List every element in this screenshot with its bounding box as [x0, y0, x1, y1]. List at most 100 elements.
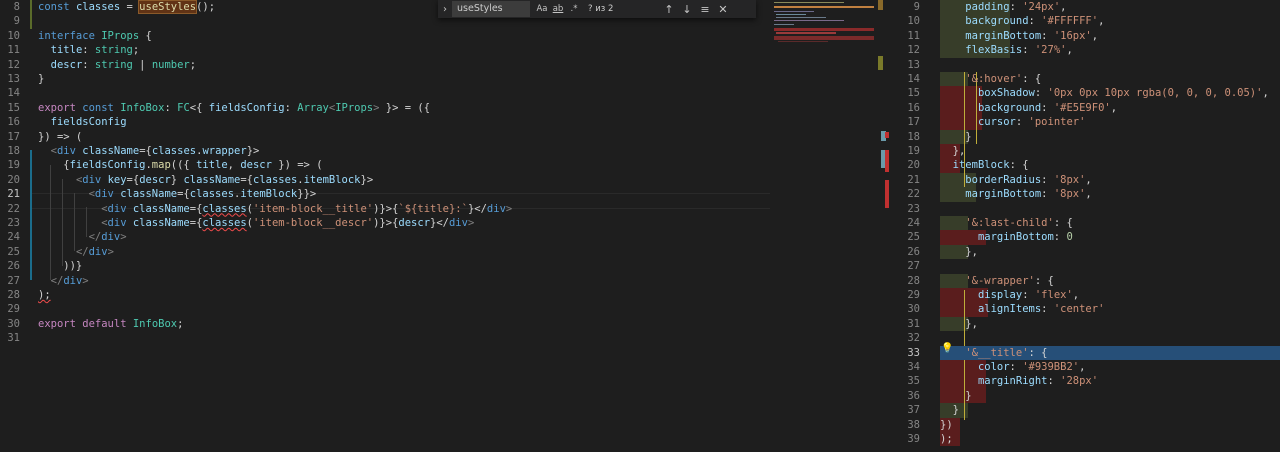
- editor-line[interactable]: 34 color: '#939BB2',: [890, 360, 1280, 374]
- code-text[interactable]: </div>: [38, 245, 114, 259]
- code-text[interactable]: </div>: [38, 274, 89, 288]
- editor-line[interactable]: 27 </div>: [0, 274, 770, 288]
- code-text[interactable]: }: [940, 130, 971, 144]
- code-text[interactable]: marginRight: '28px': [940, 374, 1098, 388]
- editor-line[interactable]: 25 marginBottom: 0: [890, 230, 1280, 244]
- editor-line[interactable]: 17 cursor: 'pointer': [890, 115, 1280, 129]
- editor-line[interactable]: 31: [0, 331, 770, 345]
- editor-line[interactable]: 18 <div className={classes.wrapper}>: [0, 144, 770, 158]
- code-text[interactable]: const classes = useStyles();: [38, 0, 215, 14]
- code-text[interactable]: );: [940, 432, 953, 446]
- editor-line[interactable]: 24 '&:last-child': {: [890, 216, 1280, 230]
- editor-line[interactable]: 27: [890, 259, 1280, 273]
- editor-line[interactable]: 14 '&:hover': {: [890, 72, 1280, 86]
- toggle-replace-icon[interactable]: ›: [438, 4, 452, 15]
- previous-match-icon[interactable]: ↑: [660, 3, 678, 16]
- editor-line[interactable]: 23 <div className={classes('item-block__…: [0, 216, 770, 230]
- code-text[interactable]: boxShadow: '0px 0px 10px rgba(0, 0, 0, 0…: [940, 86, 1269, 100]
- editor-line[interactable]: 15 export const InfoBox: FC<{ fieldsConfi…: [0, 101, 770, 115]
- code-text[interactable]: interface IProps {: [38, 29, 152, 43]
- editor-line[interactable]: 16 fieldsConfig: [0, 115, 770, 129]
- editor-line[interactable]: 13: [890, 58, 1280, 72]
- editor-line[interactable]: 9 padding: '24px',: [890, 0, 1280, 14]
- code-text[interactable]: }: [940, 389, 971, 403]
- code-text[interactable]: descr: string | number;: [38, 58, 196, 72]
- close-find-icon[interactable]: ✕: [714, 3, 732, 16]
- editor-line[interactable]: 28);: [0, 288, 770, 302]
- editor-line[interactable]: 19 },: [890, 144, 1280, 158]
- code-text[interactable]: marginBottom: 0: [940, 230, 1073, 244]
- editor-line[interactable]: 19 {fieldsConfig.map(({ title, descr }) …: [0, 158, 770, 172]
- editor-line[interactable]: 22 marginBottom: '8px',: [890, 187, 1280, 201]
- editor-line[interactable]: 21 <div className={classes.itemBlock}}>: [0, 187, 770, 201]
- code-text[interactable]: },: [940, 245, 978, 259]
- code-text[interactable]: }: [940, 403, 959, 417]
- vertical-scrollbar[interactable]: [878, 0, 890, 452]
- editor-line[interactable]: 26 },: [890, 245, 1280, 259]
- code-text[interactable]: }: [38, 72, 44, 86]
- editor-line[interactable]: 22 <div className={classes('item-block__…: [0, 202, 770, 216]
- match-case-toggle[interactable]: Aa: [534, 4, 550, 14]
- code-text[interactable]: <div className={classes.itemBlock}}>: [38, 187, 317, 201]
- editor-line[interactable]: 24 </div>: [0, 230, 770, 244]
- find-in-selection-icon[interactable]: ≡: [696, 3, 714, 16]
- editor-line[interactable]: 10 interface IProps {: [0, 29, 770, 43]
- code-text[interactable]: background: '#E5E9F0',: [940, 101, 1117, 115]
- editor-line[interactable]: 29 display: 'flex',: [890, 288, 1280, 302]
- code-text[interactable]: alignItems: 'center': [940, 302, 1104, 316]
- editor-line[interactable]: 16 background: '#E5E9F0',: [890, 101, 1280, 115]
- code-text[interactable]: cursor: 'pointer': [940, 115, 1086, 129]
- editor-line[interactable]: 26 ))}: [0, 259, 770, 273]
- code-text[interactable]: marginBottom: '8px',: [940, 187, 1091, 201]
- next-match-icon[interactable]: ↓: [678, 3, 696, 16]
- code-text[interactable]: <div className={classes.wrapper}>: [38, 144, 260, 158]
- editor-line[interactable]: 30 export default InfoBox;: [0, 317, 770, 331]
- editor-line[interactable]: 11 title: string;: [0, 43, 770, 57]
- editor-line[interactable]: 37 }: [890, 403, 1280, 417]
- left-editor[interactable]: 8 const classes = useStyles(); 9 10 interfac…: [0, 0, 770, 452]
- code-text[interactable]: flexBasis: '27%',: [940, 43, 1073, 57]
- code-text[interactable]: },: [940, 317, 978, 331]
- editor-line[interactable]: 23: [890, 202, 1280, 216]
- editor-line[interactable]: 14: [0, 86, 770, 100]
- lightbulb-icon[interactable]: 💡: [941, 343, 953, 354]
- code-text[interactable]: fieldsConfig: [38, 115, 127, 129]
- code-text[interactable]: background: '#FFFFFF',: [940, 14, 1104, 28]
- editor-line[interactable]: 38}): [890, 418, 1280, 432]
- right-editor[interactable]: 9 padding: '24px', 10 background: '#FFFFF…: [890, 0, 1280, 452]
- editor-line[interactable]: 30 alignItems: 'center': [890, 302, 1280, 316]
- code-text[interactable]: ))}: [38, 259, 82, 273]
- code-text[interactable]: }) => (: [38, 130, 82, 144]
- editor-line[interactable]: 31 },: [890, 317, 1280, 331]
- editor-line[interactable]: 18 }: [890, 130, 1280, 144]
- editor-line[interactable]: 12 descr: string | number;: [0, 58, 770, 72]
- code-text[interactable]: marginBottom: '16px',: [940, 29, 1098, 43]
- editor-line[interactable]: 11 marginBottom: '16px',: [890, 29, 1280, 43]
- minimap[interactable]: [770, 0, 878, 452]
- whole-word-toggle[interactable]: ab: [550, 4, 566, 14]
- code-text[interactable]: '&-wrapper': {: [940, 274, 1054, 288]
- regex-toggle[interactable]: .*: [566, 4, 582, 14]
- editor-line[interactable]: 28 '&-wrapper': {: [890, 274, 1280, 288]
- code-text[interactable]: export const InfoBox: FC<{ fieldsConfig:…: [38, 101, 430, 115]
- editor-line[interactable]: 13}: [0, 72, 770, 86]
- code-text[interactable]: '&__title': {: [940, 346, 1047, 360]
- code-text[interactable]: padding: '24px',: [940, 0, 1066, 14]
- editor-line[interactable]: 29: [0, 302, 770, 316]
- editor-line[interactable]: 17}) => (: [0, 130, 770, 144]
- editor-line[interactable]: 36 }: [890, 389, 1280, 403]
- code-text[interactable]: color: '#939BB2',: [940, 360, 1086, 374]
- code-text[interactable]: <div className={classes('item-block__tit…: [38, 202, 512, 216]
- code-text[interactable]: export default InfoBox;: [38, 317, 183, 331]
- code-text[interactable]: }): [940, 418, 953, 432]
- code-text[interactable]: title: string;: [38, 43, 140, 57]
- editor-line[interactable]: 25 </div>: [0, 245, 770, 259]
- code-text[interactable]: <div key={descr} className={classes.item…: [38, 173, 373, 187]
- editor-line[interactable]: 15 boxShadow: '0px 0px 10px rgba(0, 0, 0…: [890, 86, 1280, 100]
- code-text[interactable]: );: [38, 288, 51, 302]
- code-text[interactable]: {fieldsConfig.map(({ title, descr }) => …: [38, 158, 322, 172]
- code-text[interactable]: borderRadius: '8px',: [940, 173, 1091, 187]
- editor-line[interactable]: 12 flexBasis: '27%',: [890, 43, 1280, 57]
- code-text[interactable]: '&:hover': {: [940, 72, 1041, 86]
- editor-line[interactable]: 35 marginRight: '28px': [890, 374, 1280, 388]
